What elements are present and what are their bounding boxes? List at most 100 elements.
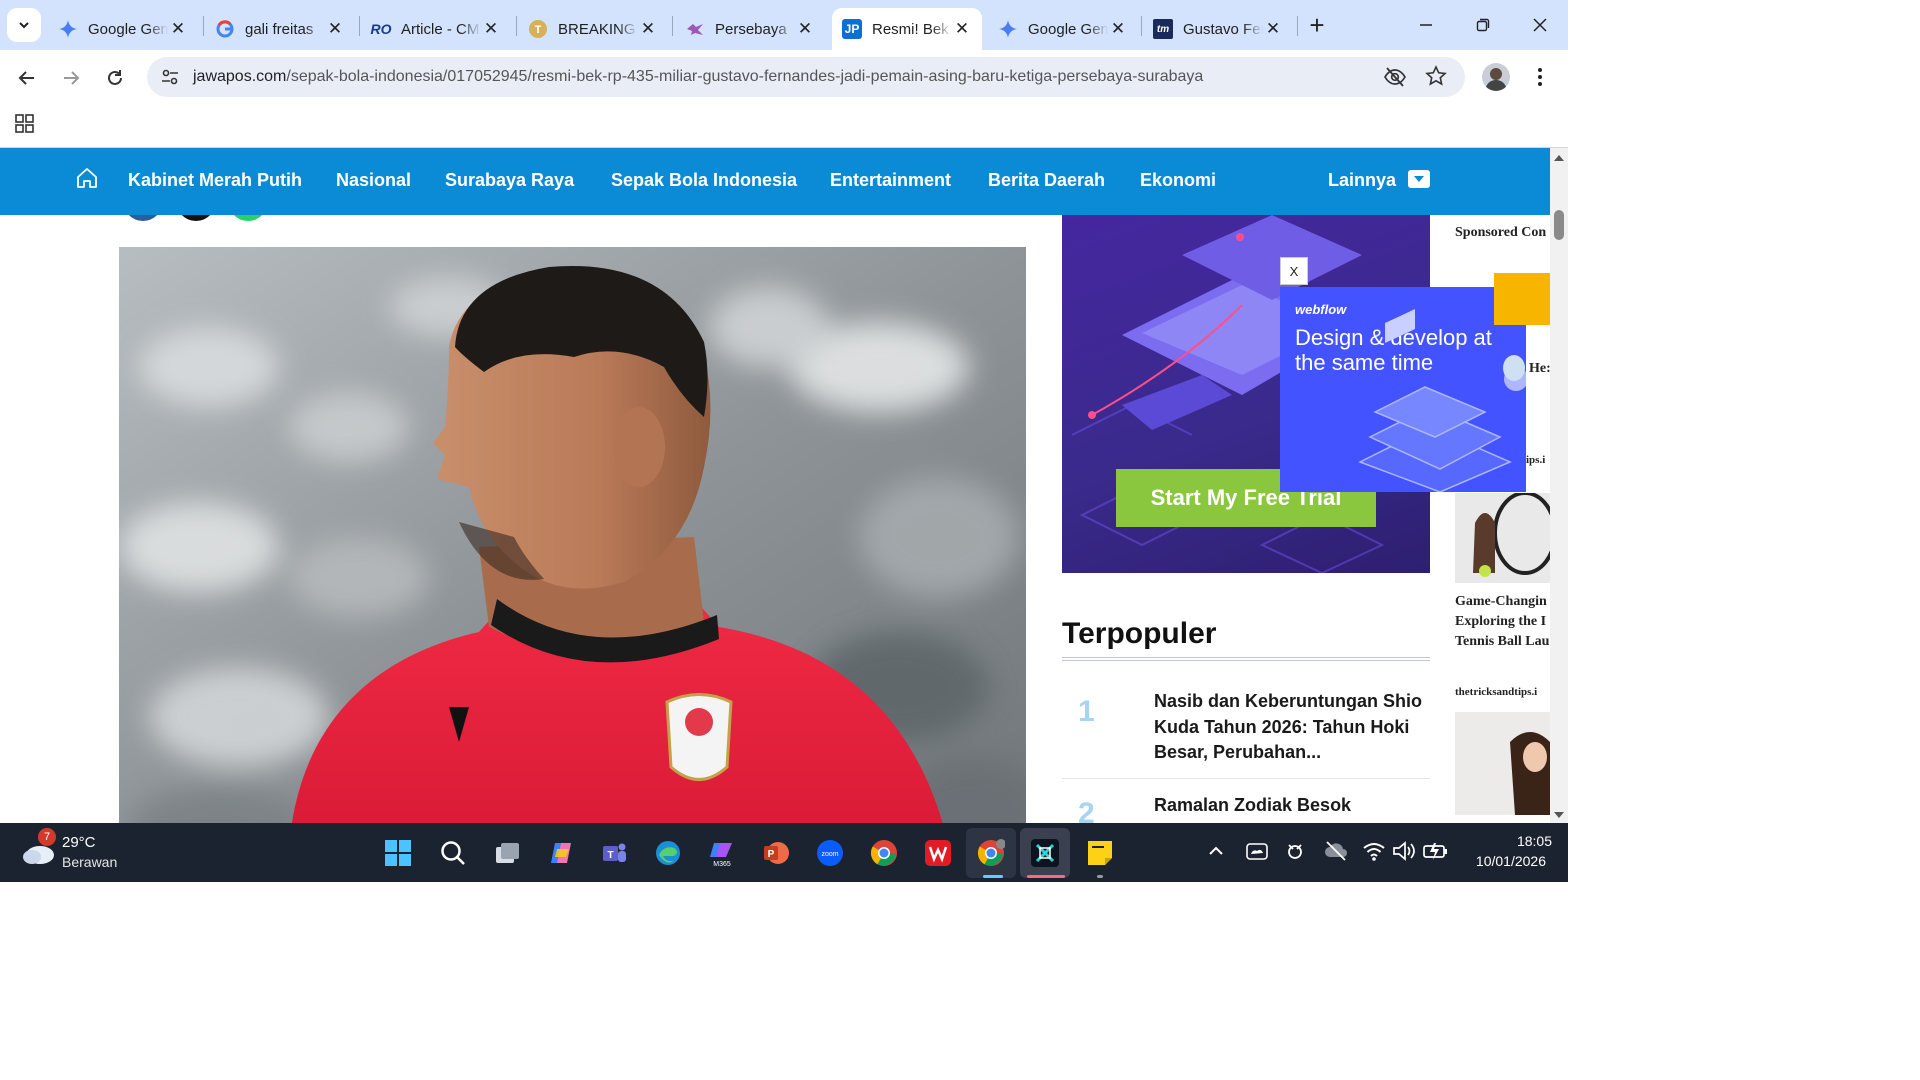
battery-charging-icon[interactable] xyxy=(1422,840,1450,867)
sponsored-thumb-1[interactable] xyxy=(1494,273,1550,325)
apps-grid-icon[interactable] xyxy=(14,113,36,140)
tab-1[interactable]: gali freitas ✕ xyxy=(205,8,355,50)
reload-icon xyxy=(108,70,122,85)
tennis-image[interactable] xyxy=(1455,493,1550,583)
minimize-button[interactable] xyxy=(1406,8,1446,42)
nav-kabinet-merah-putih[interactable]: Kabinet Merah Putih xyxy=(128,170,302,191)
tab-title: gali freitas xyxy=(245,20,314,38)
restore-button[interactable] xyxy=(1463,8,1503,42)
sponsored-source: thetricksandtips.i xyxy=(1455,686,1538,698)
sponsored-headline-line[interactable]: Tennis Ball Lau xyxy=(1455,632,1549,652)
eye-off-icon[interactable] xyxy=(1383,66,1407,93)
tab-5-active[interactable]: JP Resmi! Bek ✕ xyxy=(832,8,982,50)
close-icon[interactable]: ✕ xyxy=(325,19,345,39)
bookmark-star-icon[interactable] xyxy=(1425,65,1447,92)
edge-button[interactable] xyxy=(650,835,686,871)
chrome-button[interactable] xyxy=(866,835,902,871)
back-button[interactable] xyxy=(10,61,44,95)
nav-lainnya[interactable]: Lainnya xyxy=(1328,170,1396,191)
teams-icon: T xyxy=(603,843,626,862)
meet-now-icon[interactable] xyxy=(1284,840,1306,867)
tab-4[interactable]: Persebaya ✕ xyxy=(675,8,825,50)
nav-berita-daerah[interactable]: Berita Daerah xyxy=(988,170,1105,191)
scroll-down-icon[interactable] xyxy=(1550,808,1568,822)
nav-sepak-bola-indonesia[interactable]: Sepak Bola Indonesia xyxy=(611,170,797,191)
url-text[interactable]: jawapos.com/sepak-bola-indonesia/0170529… xyxy=(193,68,1203,86)
close-icon[interactable]: ✕ xyxy=(1263,19,1283,39)
copilot-button[interactable] xyxy=(543,835,579,871)
tab-7[interactable]: tm Gustavo Fernandes ✕ xyxy=(1143,8,1293,50)
nav-nasional[interactable]: Nasional xyxy=(336,170,411,191)
page-scrollbar[interactable] xyxy=(1550,148,1568,823)
capcut-button[interactable] xyxy=(1027,835,1063,871)
sponsored-headline-line[interactable]: Exploring the I xyxy=(1455,612,1546,632)
close-icon[interactable]: ✕ xyxy=(1108,19,1128,39)
tab-2[interactable]: RO Article - CMS ✕ xyxy=(361,8,511,50)
site-info-icon[interactable] xyxy=(159,66,181,93)
windows-taskbar: 7 29°C Berawan T M365 P zoom 18:05 10/01… xyxy=(0,823,1568,882)
reload-button[interactable] xyxy=(98,61,132,95)
google-icon xyxy=(215,19,235,39)
facebook-share-icon[interactable] xyxy=(123,215,163,221)
sponsored-thumb-3[interactable] xyxy=(1455,712,1550,815)
x-share-icon[interactable] xyxy=(176,215,216,221)
dropdown-caret-icon[interactable] xyxy=(1408,170,1430,188)
sticky-notes-icon xyxy=(1088,841,1112,865)
profile-avatar[interactable] xyxy=(1482,63,1510,91)
search-button[interactable] xyxy=(435,835,471,871)
close-icon[interactable]: ✕ xyxy=(795,19,815,39)
windows-logo-icon xyxy=(385,840,411,866)
new-tab-button[interactable]: + xyxy=(1303,10,1331,40)
sticky-notes-button[interactable] xyxy=(1082,835,1118,871)
cloud-off-icon[interactable] xyxy=(1324,840,1348,867)
onedrive-icon[interactable] xyxy=(1245,840,1269,867)
tab-6[interactable]: Google Gemini ✕ xyxy=(988,8,1138,50)
tab-separator xyxy=(359,16,360,36)
clock-time[interactable]: 18:05 xyxy=(1462,833,1552,849)
url-path: /sepak-bola-indonesia/017052945/resmi-be… xyxy=(286,68,1204,85)
tab-search-button[interactable] xyxy=(7,8,41,42)
whatsapp-share-icon[interactable] xyxy=(228,215,268,221)
wifi-icon[interactable] xyxy=(1362,840,1386,867)
nav-ekonomi[interactable]: Ekonomi xyxy=(1140,170,1216,191)
start-button[interactable] xyxy=(380,835,416,871)
bookmarks-bar xyxy=(0,104,1568,148)
tab-0[interactable]: Google Gemini ✕ xyxy=(48,8,198,50)
close-icon[interactable]: ✕ xyxy=(952,19,972,39)
zoom-button[interactable]: zoom xyxy=(812,835,848,871)
tab-title: Google Gemini xyxy=(88,20,168,38)
sponsored-thumb-2[interactable] xyxy=(1503,355,1525,381)
nav-entertainment[interactable]: Entertainment xyxy=(830,170,951,191)
popular-item-title[interactable]: Nasib dan Keberuntungan Shio Kuda Tahun … xyxy=(1154,689,1424,766)
sponsored-headline-line[interactable]: Game-Changin xyxy=(1455,592,1547,612)
close-icon[interactable]: ✕ xyxy=(168,19,188,39)
close-icon[interactable]: ✕ xyxy=(638,19,658,39)
m365-button[interactable]: M365 xyxy=(704,835,740,871)
svg-text:T: T xyxy=(535,24,542,36)
powerpoint-button[interactable]: P xyxy=(758,835,794,871)
chrome-profile-button[interactable] xyxy=(973,835,1009,871)
close-icon[interactable]: ✕ xyxy=(481,19,501,39)
sponsored-label: Sponsored Con xyxy=(1455,225,1547,240)
address-bar[interactable]: jawapos.com/sepak-bola-indonesia/0170529… xyxy=(147,57,1465,97)
weather-widget[interactable]: 7 xyxy=(20,828,56,872)
close-window-button[interactable] xyxy=(1520,8,1560,42)
wps-button[interactable] xyxy=(920,835,956,871)
popular-item-title[interactable]: Ramalan Zodiak Besok xyxy=(1154,793,1424,819)
scrollbar-thumb[interactable] xyxy=(1554,210,1564,240)
tab-3[interactable]: T BREAKING ✕ xyxy=(518,8,668,50)
close-ad-button[interactable]: X xyxy=(1280,257,1308,285)
menu-button[interactable] xyxy=(1530,65,1550,89)
popup-ad[interactable]: webflow Design & develop at the same tim… xyxy=(1280,287,1526,492)
scroll-up-icon[interactable] xyxy=(1550,151,1568,165)
clock-date[interactable]: 10/01/2026 xyxy=(1456,853,1546,869)
forward-button[interactable] xyxy=(54,61,88,95)
nav-surabaya-raya[interactable]: Surabaya Raya xyxy=(445,170,574,191)
home-icon[interactable] xyxy=(76,167,98,194)
sponsored-fragment[interactable]: He: xyxy=(1529,359,1550,379)
task-view-button[interactable] xyxy=(489,835,525,871)
tab-separator xyxy=(672,16,673,36)
teams-button[interactable]: T xyxy=(596,835,632,871)
volume-icon[interactable] xyxy=(1392,840,1416,867)
chevron-up-icon[interactable] xyxy=(1207,843,1225,862)
